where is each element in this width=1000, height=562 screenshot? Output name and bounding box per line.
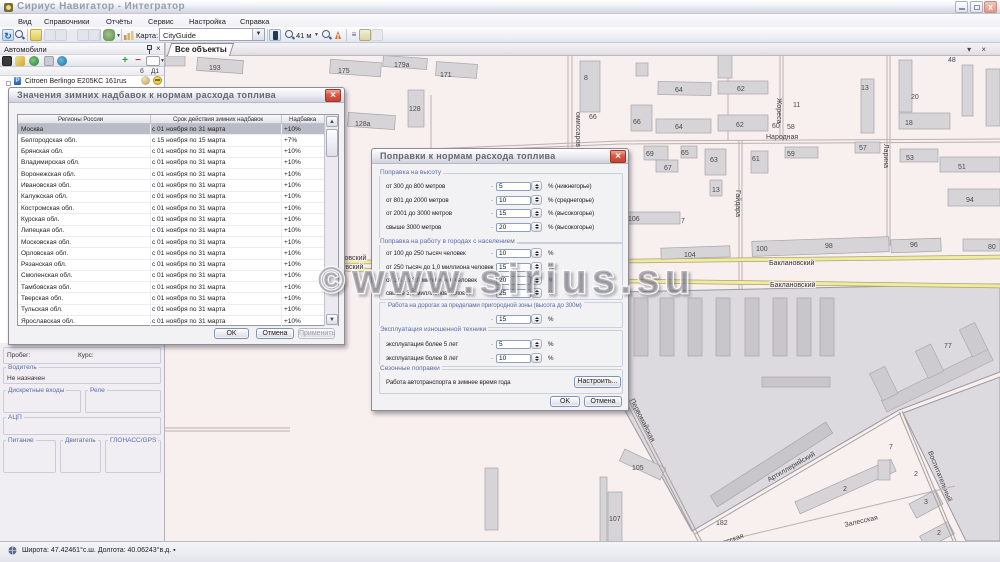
svg-text:Ларина: Ларина (882, 144, 889, 168)
svg-text:Народная: Народная (766, 134, 798, 141)
svg-text:65: 65 (681, 150, 689, 157)
svg-text:18: 18 (905, 120, 913, 127)
svg-text:66: 66 (633, 119, 641, 126)
svg-text:8: 8 (584, 75, 588, 82)
svg-text:Баклановский: Баклановский (770, 281, 815, 289)
svg-text:61: 61 (752, 156, 760, 163)
svg-text:67: 67 (664, 165, 672, 172)
svg-text:100: 100 (756, 246, 768, 253)
svg-text:105: 105 (632, 465, 644, 472)
svg-text:104: 104 (684, 252, 696, 259)
svg-text:2: 2 (914, 471, 918, 478)
svg-text:7: 7 (681, 218, 685, 225)
svg-text:48: 48 (948, 57, 956, 64)
svg-text:13: 13 (861, 85, 869, 92)
svg-text:58: 58 (787, 124, 795, 131)
svg-text:63: 63 (710, 157, 718, 164)
svg-text:64: 64 (675, 124, 683, 131)
svg-text:175: 175 (338, 68, 350, 75)
svg-text:128a: 128a (355, 121, 371, 128)
svg-text:94: 94 (966, 197, 974, 204)
svg-text:Гайдара: Гайдара (734, 190, 742, 217)
svg-text:107: 107 (609, 516, 621, 523)
svg-text:57: 57 (859, 145, 867, 152)
svg-text:193: 193 (209, 65, 221, 72)
svg-text:51: 51 (958, 164, 966, 171)
svg-text:179a: 179a (394, 62, 410, 69)
svg-text:Баклановский: Баклановский (769, 259, 814, 267)
svg-text:171: 171 (440, 72, 452, 79)
svg-text:64: 64 (675, 87, 683, 94)
svg-text:62: 62 (736, 122, 744, 129)
svg-text:омиссаров: омиссаров (574, 112, 581, 147)
svg-text:2: 2 (843, 486, 847, 493)
svg-text:96: 96 (910, 242, 918, 249)
svg-text:59: 59 (787, 151, 795, 158)
svg-text:13: 13 (712, 187, 720, 194)
svg-text:80: 80 (988, 244, 996, 251)
svg-text:128: 128 (409, 106, 421, 113)
svg-text:69: 69 (646, 151, 654, 158)
svg-text:20: 20 (911, 94, 919, 101)
svg-text:98: 98 (825, 243, 833, 250)
svg-text:2: 2 (937, 530, 941, 537)
svg-text:77: 77 (944, 343, 952, 350)
svg-text:53: 53 (906, 155, 914, 162)
svg-text:66: 66 (589, 114, 597, 121)
svg-text:7: 7 (889, 444, 893, 451)
svg-text:3: 3 (924, 499, 928, 506)
svg-text:11: 11 (793, 102, 800, 109)
svg-text:60: 60 (772, 123, 780, 130)
svg-text:Жореса: Жореса (775, 98, 782, 124)
svg-text:106: 106 (628, 216, 640, 223)
svg-text:62: 62 (737, 86, 745, 93)
